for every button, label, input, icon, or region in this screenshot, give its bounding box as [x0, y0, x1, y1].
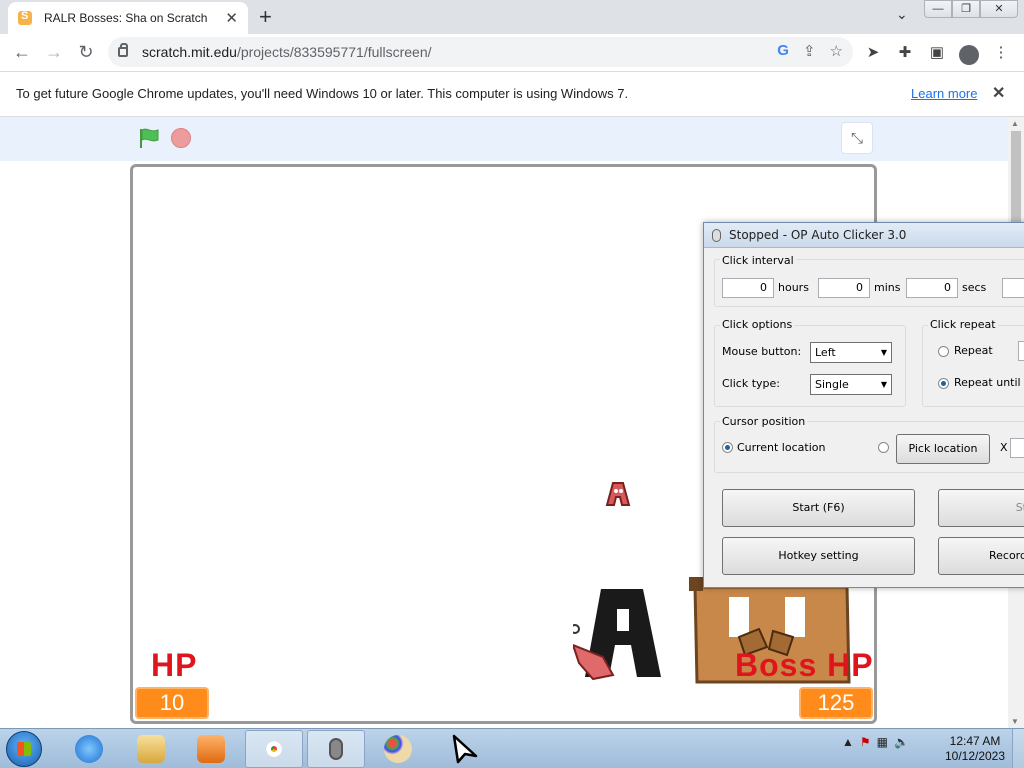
- scratch-controls: ⤡: [0, 117, 1008, 161]
- stop-button[interactable]: St: [938, 489, 1024, 527]
- scroll-down-arrow-icon[interactable]: ▼: [1011, 717, 1019, 726]
- internet-explorer-icon[interactable]: [60, 730, 118, 768]
- restore-button[interactable]: ❐: [952, 0, 980, 18]
- extensions-puzzle-icon[interactable]: ✚: [892, 37, 918, 67]
- start-button[interactable]: Start (F6): [722, 489, 915, 527]
- taskbar-clock[interactable]: 12:47 AM 10/12/2023: [940, 734, 1010, 764]
- side-panel-icon[interactable]: ▣: [924, 37, 950, 67]
- url-text: scratch.mit.edu/projects/833595771/fulls…: [142, 44, 432, 60]
- address-bar[interactable]: scratch.mit.edu/projects/833595771/fulls…: [108, 37, 853, 67]
- repeat-until-stopped-radio[interactable]: [938, 378, 949, 389]
- player-letter-a-sprite-icon: [573, 589, 661, 681]
- extension-cursor-icon[interactable]: ➤: [860, 37, 886, 67]
- pick-location-button[interactable]: Pick location: [896, 434, 990, 464]
- tray-expand-arrow-icon[interactable]: ▲: [842, 735, 854, 749]
- repeat-label: Repeat: [954, 344, 993, 357]
- back-arrow-icon[interactable]: ←: [6, 37, 38, 69]
- mouse-button-select[interactable]: Left: [810, 342, 892, 363]
- scroll-up-arrow-icon[interactable]: ▲: [1011, 119, 1019, 128]
- ms-input[interactable]: [1002, 278, 1024, 298]
- file-explorer-folder-icon[interactable]: [122, 730, 180, 768]
- mouse-button-label: Mouse button:: [722, 345, 802, 358]
- mouse-pointer-icon: [452, 734, 478, 764]
- scroll-thumb[interactable]: [1011, 131, 1021, 227]
- secs-label: secs: [962, 281, 987, 294]
- click-type-select[interactable]: Single: [810, 374, 892, 395]
- green-flag-icon[interactable]: [138, 127, 160, 149]
- record-button[interactable]: Record: [938, 537, 1024, 575]
- media-player-icon[interactable]: [182, 730, 240, 768]
- tab-search-chevron-icon[interactable]: ⌄: [896, 6, 908, 23]
- show-desktop-button[interactable]: [1012, 729, 1024, 768]
- hotkey-setting-button[interactable]: Hotkey setting: [722, 537, 915, 575]
- repeat-until-label: Repeat until sto: [954, 376, 1024, 389]
- auto-clicker-title: Stopped - OP Auto Clicker 3.0: [729, 228, 907, 242]
- url-path: /projects/833595771/fullscreen/: [236, 44, 432, 60]
- small-letter-sprite-icon: [605, 482, 631, 506]
- current-location-label: Current location: [737, 441, 826, 454]
- click-repeat-label: Click repeat: [928, 318, 998, 331]
- boss-hp-label: Boss HP: [735, 647, 874, 683]
- auto-clicker-titlebar[interactable]: Stopped - OP Auto Clicker 3.0: [704, 223, 1024, 248]
- google-lens-icon[interactable]: G: [777, 42, 789, 60]
- infobar-message: To get future Google Chrome updates, you…: [16, 86, 629, 101]
- windows-taskbar: ▲ ⚑ ▦ 🔈 12:47 AM 10/12/2023: [0, 728, 1024, 768]
- exit-fullscreen-icon[interactable]: ⤡: [841, 122, 873, 154]
- paint-palette-icon[interactable]: [369, 730, 427, 768]
- clock-date: 10/12/2023: [944, 749, 1006, 763]
- new-tab-button[interactable]: +: [259, 4, 272, 30]
- click-type-label: Click type:: [722, 377, 780, 390]
- action-center-flag-icon[interactable]: ⚑: [860, 735, 871, 749]
- minimize-button[interactable]: —: [924, 0, 952, 18]
- secs-input[interactable]: 0: [906, 278, 958, 298]
- player-hp-label: HP: [151, 647, 198, 683]
- share-icon[interactable]: ⇪: [803, 42, 816, 60]
- hours-input[interactable]: 0: [722, 278, 774, 298]
- cursor-position-label: Cursor position: [720, 415, 808, 428]
- reload-icon[interactable]: ↻: [70, 37, 102, 69]
- current-location-radio[interactable]: [722, 442, 733, 453]
- url-host: scratch.mit.edu: [142, 44, 237, 60]
- forward-arrow-icon[interactable]: →: [38, 37, 70, 69]
- browser-tab[interactable]: RALR Bosses: Sha on Scratch ✕: [8, 2, 248, 34]
- tab-close-icon[interactable]: ✕: [225, 9, 238, 27]
- lock-icon: [118, 43, 128, 57]
- infobar-close-icon[interactable]: ✕: [992, 83, 1005, 103]
- profile-avatar[interactable]: [956, 37, 982, 67]
- start-button-windows-icon[interactable]: [6, 731, 42, 767]
- repeat-count-input[interactable]: [1018, 341, 1024, 361]
- browser-toolbar: ← → ↻ scratch.mit.edu/projects/833595771…: [0, 34, 1024, 71]
- update-infobar: To get future Google Chrome updates, you…: [0, 71, 1024, 117]
- player-hp-value: 10: [135, 687, 209, 719]
- boss-hp-value: 125: [799, 687, 873, 719]
- learn-more-link[interactable]: Learn more: [911, 86, 977, 101]
- window-controls: — ❐ ✕: [924, 0, 1018, 18]
- auto-clicker-window: Stopped - OP Auto Clicker 3.0 Click inte…: [703, 222, 1024, 588]
- mouse-icon: [712, 228, 721, 242]
- clock-time: 12:47 AM: [949, 734, 1001, 748]
- mins-input[interactable]: 0: [818, 278, 870, 298]
- browser-tab-bar: RALR Bosses: Sha on Scratch ✕ + ⌄ — ❐ ✕: [0, 0, 1024, 34]
- click-interval-label: Click interval: [720, 254, 796, 267]
- hours-label: hours: [778, 281, 809, 294]
- click-options-label: Click options: [720, 318, 795, 331]
- chrome-taskbar-icon[interactable]: [245, 730, 303, 768]
- bookmark-star-icon[interactable]: ☆: [830, 42, 843, 60]
- mouse-clicker-taskbar-icon[interactable]: [307, 730, 365, 768]
- stop-sign-icon[interactable]: [171, 128, 191, 148]
- close-window-button[interactable]: ✕: [980, 0, 1018, 18]
- network-icon[interactable]: ▦: [877, 735, 888, 749]
- system-tray: ▲ ⚑ ▦ 🔈: [842, 735, 909, 749]
- pick-location-radio[interactable]: [878, 442, 889, 453]
- mins-label: mins: [874, 281, 901, 294]
- scratch-favicon-icon: [18, 10, 32, 25]
- x-label: X: [1000, 441, 1008, 454]
- x-input[interactable]: [1010, 438, 1024, 458]
- repeat-radio[interactable]: [938, 346, 949, 357]
- click-repeat-group: [922, 325, 1024, 407]
- volume-muted-icon[interactable]: 🔈: [894, 735, 909, 749]
- menu-kebab-icon[interactable]: ⋮: [988, 37, 1014, 67]
- tab-title: RALR Bosses: Sha on Scratch: [44, 11, 208, 25]
